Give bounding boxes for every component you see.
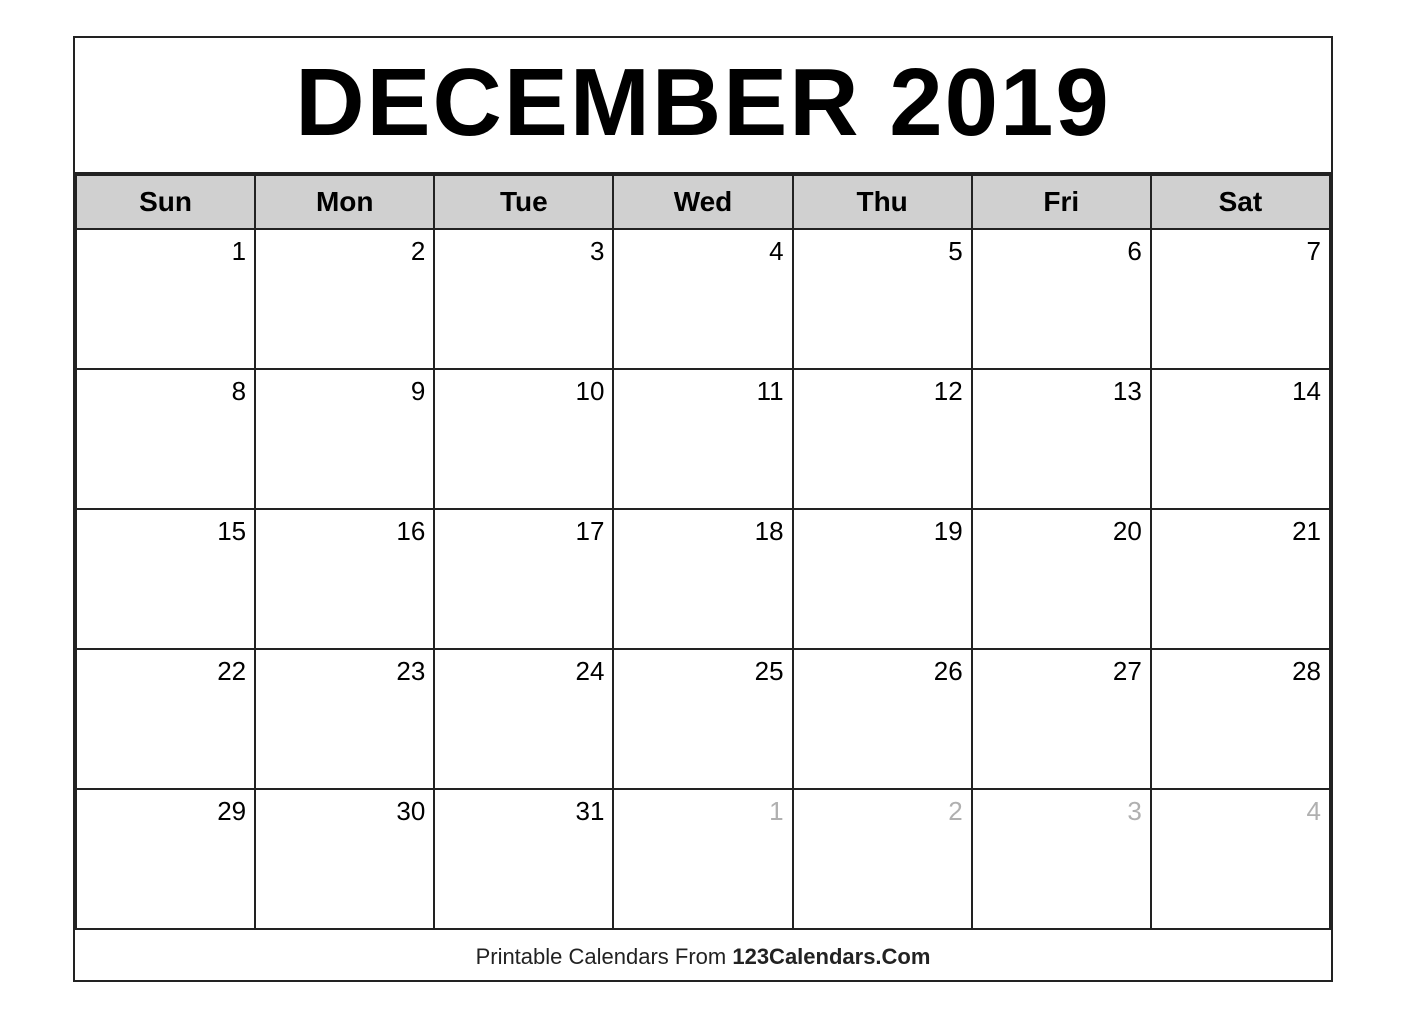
header-fri: Fri	[973, 174, 1152, 230]
day-number: 16	[264, 516, 425, 547]
header-mon: Mon	[256, 174, 435, 230]
day-cell: 24	[435, 650, 614, 790]
day-number: 4	[622, 236, 783, 267]
day-cell: 2	[794, 790, 973, 930]
day-cell: 1	[614, 790, 793, 930]
day-cell: 8	[77, 370, 256, 510]
day-number: 21	[1160, 516, 1321, 547]
footer-brand: 123Calendars.Com	[732, 944, 930, 969]
day-number: 31	[443, 796, 604, 827]
day-number: 15	[85, 516, 246, 547]
day-number: 8	[85, 376, 246, 407]
day-cell: 21	[1152, 510, 1331, 650]
day-number: 17	[443, 516, 604, 547]
day-cell: 5	[794, 230, 973, 370]
day-cell: 26	[794, 650, 973, 790]
day-cell: 27	[973, 650, 1152, 790]
header-tue: Tue	[435, 174, 614, 230]
day-number: 23	[264, 656, 425, 687]
day-cell: 25	[614, 650, 793, 790]
day-number-gray: 4	[1160, 796, 1321, 827]
day-cell: 15	[77, 510, 256, 650]
day-number: 22	[85, 656, 246, 687]
day-cell: 16	[256, 510, 435, 650]
day-cell: 20	[973, 510, 1152, 650]
day-cell: 19	[794, 510, 973, 650]
day-cell: 7	[1152, 230, 1331, 370]
calendar-title: DECEMBER 2019	[75, 38, 1331, 174]
footer-text-plain: Printable Calendars From	[476, 944, 733, 969]
day-number: 27	[981, 656, 1142, 687]
day-number: 28	[1160, 656, 1321, 687]
day-cell: 3	[973, 790, 1152, 930]
calendar-footer: Printable Calendars From 123Calendars.Co…	[75, 930, 1331, 980]
day-number-gray: 3	[981, 796, 1142, 827]
day-cell: 6	[973, 230, 1152, 370]
day-cell: 31	[435, 790, 614, 930]
day-number: 18	[622, 516, 783, 547]
day-number: 3	[443, 236, 604, 267]
day-cell: 12	[794, 370, 973, 510]
day-number: 24	[443, 656, 604, 687]
day-cell: 10	[435, 370, 614, 510]
day-cell: 1	[77, 230, 256, 370]
day-number: 19	[802, 516, 963, 547]
day-number: 20	[981, 516, 1142, 547]
day-cell: 4	[614, 230, 793, 370]
day-number: 14	[1160, 376, 1321, 407]
day-number: 9	[264, 376, 425, 407]
header-wed: Wed	[614, 174, 793, 230]
day-number: 7	[1160, 236, 1321, 267]
header-sun: Sun	[77, 174, 256, 230]
day-number: 11	[622, 376, 783, 407]
header-sat: Sat	[1152, 174, 1331, 230]
day-cell: 3	[435, 230, 614, 370]
day-number: 25	[622, 656, 783, 687]
day-number: 13	[981, 376, 1142, 407]
day-cell: 22	[77, 650, 256, 790]
calendar: DECEMBER 2019 Sun Mon Tue Wed Thu Fri Sa…	[73, 36, 1333, 982]
day-cell: 17	[435, 510, 614, 650]
calendar-grid: Sun Mon Tue Wed Thu Fri Sat 1 2 3 4 5 6 …	[75, 174, 1331, 930]
day-number-gray: 2	[802, 796, 963, 827]
day-number: 29	[85, 796, 246, 827]
day-number: 6	[981, 236, 1142, 267]
header-thu: Thu	[794, 174, 973, 230]
day-number: 30	[264, 796, 425, 827]
day-number: 1	[85, 236, 246, 267]
day-cell: 23	[256, 650, 435, 790]
day-cell: 29	[77, 790, 256, 930]
day-number-gray: 1	[622, 796, 783, 827]
day-number: 10	[443, 376, 604, 407]
day-cell: 18	[614, 510, 793, 650]
day-cell: 28	[1152, 650, 1331, 790]
day-number: 5	[802, 236, 963, 267]
day-cell: 2	[256, 230, 435, 370]
day-number: 12	[802, 376, 963, 407]
day-cell: 4	[1152, 790, 1331, 930]
day-cell: 30	[256, 790, 435, 930]
day-cell: 13	[973, 370, 1152, 510]
day-cell: 9	[256, 370, 435, 510]
day-cell: 14	[1152, 370, 1331, 510]
day-number: 26	[802, 656, 963, 687]
day-cell: 11	[614, 370, 793, 510]
day-number: 2	[264, 236, 425, 267]
